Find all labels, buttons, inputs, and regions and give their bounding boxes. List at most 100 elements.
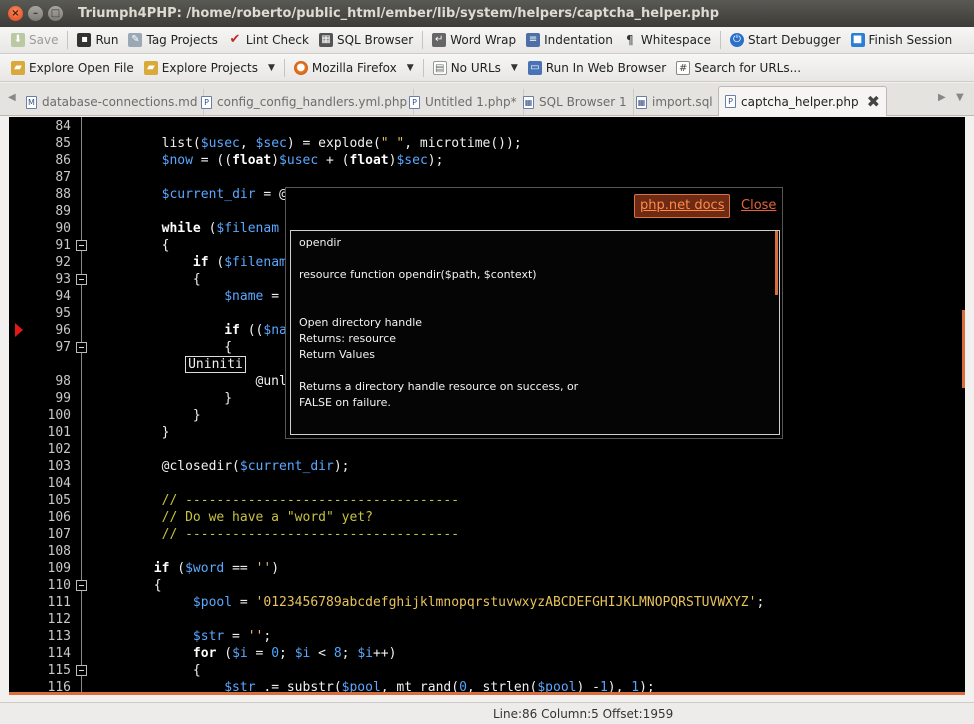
code-text: if ($word == '') (153, 561, 280, 576)
line-number: 91 (55, 238, 71, 253)
code-line[interactable]: 109 if ($word == '') (9, 560, 965, 577)
window-close-button[interactable]: × (8, 6, 23, 21)
code-text: list($usec, $sec) = explode(" ", microti… (99, 136, 522, 151)
line-number: 103 (47, 459, 71, 474)
secondary-toolbar: ▰ Explore Open File ▰ Explore Projects ▼ ● M… (0, 54, 974, 82)
code-line[interactable]: 84 (9, 118, 965, 135)
tab-sql-browser-1[interactable]: ▦ SQL Browser 1 (517, 89, 634, 115)
fold-toggle-icon[interactable] (76, 274, 87, 285)
browser-select-dropdown[interactable]: ● Mozilla Firefox ▼ (289, 57, 419, 79)
php-file-icon: P (725, 95, 736, 108)
popup-close-link[interactable]: Close (741, 198, 776, 213)
explore-open-file-button[interactable]: ▰ Explore Open File (6, 57, 139, 79)
fold-toggle-icon[interactable] (76, 580, 87, 591)
return-description-line: Returns a directory handle resource on s… (299, 380, 579, 393)
line-number: 110 (47, 578, 71, 593)
breakpoint-marker-icon[interactable] (15, 323, 23, 337)
code-line[interactable]: 112 (9, 611, 965, 628)
browser-window-icon: ▭ (527, 60, 542, 75)
code-line[interactable]: 108 (9, 543, 965, 560)
line-number: 93 (55, 272, 71, 287)
code-line[interactable]: 106 // Do we have a "word" yet? (9, 509, 965, 526)
php-net-docs-button[interactable]: php.net docs (634, 194, 731, 218)
code-line[interactable]: 102 (9, 441, 965, 458)
code-line[interactable]: 87 (9, 169, 965, 186)
inline-hint-box: Uniniti (99, 356, 246, 373)
toolbar-divider (719, 31, 721, 49)
finish-session-button[interactable]: ■ Finish Session (846, 29, 958, 51)
url-select-dropdown[interactable]: ▤ No URLs ▼ (428, 57, 523, 79)
whitespace-button[interactable]: ¶ Whitespace (618, 29, 716, 51)
tab-database-connections[interactable]: Mdatabase-connections.md (20, 89, 205, 115)
chevron-down-icon: ▼ (510, 62, 518, 73)
fold-toggle-icon[interactable] (76, 665, 87, 676)
tab-config-handlers[interactable]: Pconfig_config_handlers.yml.php (195, 89, 415, 115)
line-number: 114 (47, 646, 71, 661)
main-toolbar: ⬇ Save ▪ Run ✎ Tag Projects ✔ Lint Check ▦ SQ… (0, 27, 974, 54)
tab-scroll-right-icon[interactable]: ▶ (938, 92, 946, 103)
code-line[interactable]: 104 (9, 475, 965, 492)
line-number: 111 (47, 595, 71, 610)
function-signature: resource function opendir($path, $contex… (299, 268, 537, 281)
code-line[interactable]: 114 for ($i = 0; $i < 8; $i++) (9, 645, 965, 662)
line-number: 104 (47, 476, 71, 491)
fold-toggle-icon[interactable] (76, 240, 87, 251)
return-values-heading: Return Values (299, 348, 375, 361)
save-button[interactable]: ⬇ Save (6, 29, 63, 51)
tab-scroll-left-icon[interactable]: ◀ (8, 92, 16, 103)
line-number: 100 (47, 408, 71, 423)
title-bar: × – □ Triumph4PHP: /home/roberto/public_… (0, 0, 974, 27)
line-number: 108 (47, 544, 71, 559)
code-text: { (99, 578, 162, 593)
scroll-position-indicator (962, 310, 965, 388)
code-line[interactable]: 110 { (9, 577, 965, 594)
run-button[interactable]: ▪ Run (72, 29, 123, 51)
sql-browser-button[interactable]: ▦ SQL Browser (314, 29, 418, 51)
code-text: @unl (99, 374, 287, 389)
search-for-urls-button[interactable]: # Search for URLs... (671, 57, 806, 79)
status-bar: Line:86 Column:5 Offset:1959 (0, 702, 974, 724)
line-number: 109 (47, 561, 71, 576)
function-returns: Returns: resource (299, 332, 397, 345)
folder-icon: ▰ (143, 60, 158, 75)
chevron-down-icon: ▼ (267, 62, 275, 73)
line-number: 106 (47, 510, 71, 525)
function-summary: Open directory handle (299, 316, 423, 329)
fold-toggle-icon[interactable] (76, 342, 87, 353)
window-maximize-button[interactable]: □ (48, 6, 63, 21)
sql-file-icon: ▦ (523, 95, 534, 109)
code-line[interactable]: 86 $now = ((float)$usec + (float)$sec); (9, 152, 965, 169)
code-text: { (99, 663, 201, 678)
run-in-web-browser-button[interactable]: ▭ Run In Web Browser (523, 57, 671, 79)
explore-projects-button[interactable]: ▰ Explore Projects ▼ (139, 57, 280, 79)
line-number: 94 (55, 289, 71, 304)
code-line[interactable]: 111 $pool = '0123456789abcdefghijklmnopq… (9, 594, 965, 611)
window-minimize-button[interactable]: – (28, 6, 43, 21)
popup-scrollbar[interactable] (775, 231, 778, 295)
code-line[interactable]: 107 // ---------------------------------… (9, 526, 965, 543)
function-docs-popup: php.net docs Close opendir resource func… (285, 187, 783, 439)
code-text: // ----------------------------------- (99, 527, 460, 542)
indentation-button[interactable]: ≡ Indentation (521, 29, 618, 51)
checkmark-icon: ✔ (229, 32, 241, 47)
indentation-icon: ≡ (526, 33, 541, 47)
word-wrap-button[interactable]: ↵ Word Wrap (427, 29, 521, 51)
close-tab-icon[interactable]: ✖ (867, 92, 880, 111)
code-line[interactable]: 85 list($usec, $sec) = explode(" ", micr… (9, 135, 965, 152)
tab-import-sql[interactable]: ▦ import.sql (630, 89, 720, 115)
code-line[interactable]: 103 @closedir($current_dir); (9, 458, 965, 475)
chevron-down-icon: ▼ (406, 62, 414, 73)
code-line[interactable]: 115 { (9, 662, 965, 679)
tab-untitled-1[interactable]: P Untitled 1.php* (403, 89, 524, 115)
tag-projects-button[interactable]: ✎ Tag Projects (123, 29, 222, 51)
code-line[interactable]: 105 // ---------------------------------… (9, 492, 965, 509)
save-icon: ⬇ (11, 33, 25, 47)
code-text: if (($na (224, 323, 287, 338)
tab-list-icon[interactable]: ▼ (956, 92, 964, 103)
tab-captcha-helper[interactable]: Pcaptcha_helper.php ✖ (718, 86, 888, 116)
start-debugger-button[interactable]: ⏻ Start Debugger (725, 29, 846, 51)
lint-check-button[interactable]: ✔ Lint Check (223, 29, 314, 51)
code-line[interactable]: 113 $str = ''; (9, 628, 965, 645)
database-table-icon: ▦ (318, 33, 333, 47)
firefox-icon: ● (293, 60, 308, 75)
